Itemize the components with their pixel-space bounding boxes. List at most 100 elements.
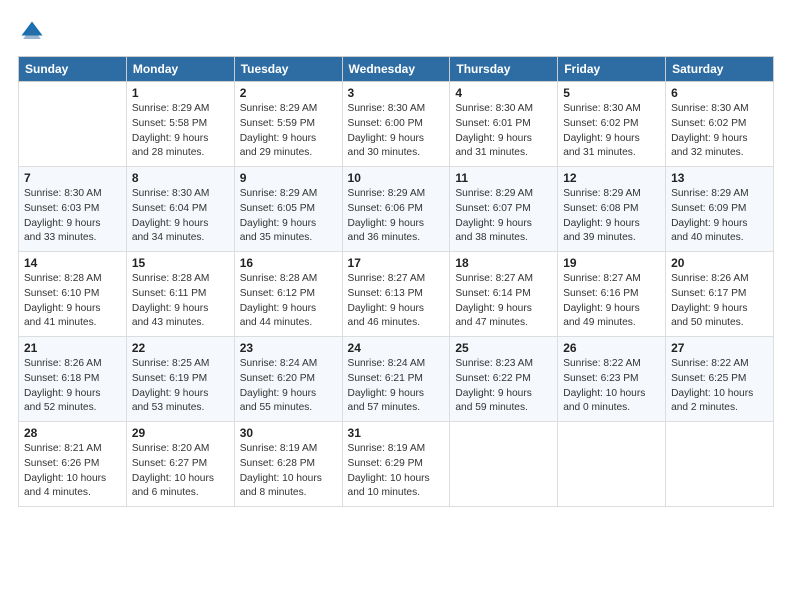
day-info: Sunrise: 8:26 AM Sunset: 6:17 PM Dayligh… — [671, 272, 768, 331]
calendar-cell: 2Sunrise: 8:29 AM Sunset: 5:59 PM Daylig… — [234, 82, 342, 167]
day-info: Sunrise: 8:29 AM Sunset: 6:05 PM Dayligh… — [240, 187, 337, 246]
day-info: Sunrise: 8:29 AM Sunset: 6:07 PM Dayligh… — [455, 187, 552, 246]
day-info: Sunrise: 8:27 AM Sunset: 6:14 PM Dayligh… — [455, 272, 552, 331]
day-number: 8 — [132, 171, 229, 185]
day-number: 26 — [563, 341, 660, 355]
weekday-header-cell: Friday — [558, 57, 666, 82]
calendar-body: 1 Sunrise: 8:29 AM Sunset: 5:58 PM Daylig… — [19, 82, 774, 507]
calendar-cell — [19, 82, 127, 167]
day-number: 18 — [455, 256, 552, 270]
day-number: 14 — [24, 256, 121, 270]
day-number: 3 — [348, 86, 445, 100]
calendar-cell: 3 Sunrise: 8:30 AM Sunset: 6:00 PM Daylig… — [342, 82, 450, 167]
day-info: Sunrise: 8:22 AM Sunset: 6:23 PM Dayligh… — [563, 357, 660, 416]
day-number: 29 — [132, 426, 229, 440]
calendar-cell — [450, 422, 558, 507]
day-info: Sunrise: 8:24 AM Sunset: 6:21 PM Dayligh… — [348, 357, 445, 416]
calendar-cell: 20 Sunrise: 8:26 AM Sunset: 6:17 PM Dayli… — [666, 252, 774, 337]
day-number: 24 — [348, 341, 445, 355]
day-number: 7 — [24, 171, 121, 185]
calendar-table: SundayMondayTuesdayWednesdayThursdayFrid… — [18, 56, 774, 507]
calendar-cell — [558, 422, 666, 507]
day-info: Sunrise: 8:26 AM Sunset: 6:18 PM Dayligh… — [24, 357, 121, 416]
calendar-cell: 28 Sunrise: 8:21 AM Sunset: 6:26 PM Dayli… — [19, 422, 127, 507]
day-number: 30 — [240, 426, 337, 440]
day-info: Sunrise: 8:29 AM Sunset: 5:59 PM Dayligh… — [240, 102, 337, 161]
day-info: Sunrise: 8:30 AM Sunset: 6:00 PM Dayligh… — [348, 102, 445, 161]
calendar-cell: 31 Sunrise: 8:19 AM Sunset: 6:29 PM Dayli… — [342, 422, 450, 507]
calendar-cell: 4Sunrise: 8:30 AM Sunset: 6:01 PM Daylig… — [450, 82, 558, 167]
day-number: 4 — [455, 86, 552, 100]
day-number: 28 — [24, 426, 121, 440]
weekday-header-cell: Saturday — [666, 57, 774, 82]
weekday-header-cell: Sunday — [19, 57, 127, 82]
calendar-cell: 5 Sunrise: 8:30 AM Sunset: 6:02 PM Daylig… — [558, 82, 666, 167]
calendar-cell: 29 Sunrise: 8:20 AM Sunset: 6:27 PM Dayli… — [126, 422, 234, 507]
calendar-cell: 17 Sunrise: 8:27 AM Sunset: 6:13 PM Dayli… — [342, 252, 450, 337]
logo — [18, 18, 50, 46]
day-number: 6 — [671, 86, 768, 100]
page: SundayMondayTuesdayWednesdayThursdayFrid… — [0, 0, 792, 612]
calendar-cell: 24 Sunrise: 8:24 AM Sunset: 6:21 PM Dayli… — [342, 337, 450, 422]
calendar-cell: 22Sunrise: 8:25 AM Sunset: 6:19 PM Dayli… — [126, 337, 234, 422]
calendar-cell: 13Sunrise: 8:29 AM Sunset: 6:09 PM Dayli… — [666, 167, 774, 252]
day-number: 9 — [240, 171, 337, 185]
day-info: Sunrise: 8:30 AM Sunset: 6:03 PM Dayligh… — [24, 187, 121, 246]
day-number: 23 — [240, 341, 337, 355]
day-info: Sunrise: 8:27 AM Sunset: 6:16 PM Dayligh… — [563, 272, 660, 331]
calendar-cell — [666, 422, 774, 507]
day-info: Sunrise: 8:29 AM Sunset: 6:06 PM Dayligh… — [348, 187, 445, 246]
header — [18, 18, 774, 46]
calendar-cell: 16Sunrise: 8:28 AM Sunset: 6:12 PM Dayli… — [234, 252, 342, 337]
calendar-cell: 14 Sunrise: 8:28 AM Sunset: 6:10 PM Dayli… — [19, 252, 127, 337]
day-info: Sunrise: 8:20 AM Sunset: 6:27 PM Dayligh… — [132, 442, 229, 501]
day-info: Sunrise: 8:24 AM Sunset: 6:20 PM Dayligh… — [240, 357, 337, 416]
weekday-header-cell: Thursday — [450, 57, 558, 82]
weekday-header-cell: Wednesday — [342, 57, 450, 82]
calendar-cell: 25 Sunrise: 8:23 AM Sunset: 6:22 PM Dayli… — [450, 337, 558, 422]
day-info: Sunrise: 8:30 AM Sunset: 6:04 PM Dayligh… — [132, 187, 229, 246]
day-info: Sunrise: 8:27 AM Sunset: 6:13 PM Dayligh… — [348, 272, 445, 331]
day-info: Sunrise: 8:29 AM Sunset: 5:58 PM Dayligh… — [132, 102, 229, 161]
calendar-cell: 15 Sunrise: 8:28 AM Sunset: 6:11 PM Dayli… — [126, 252, 234, 337]
day-number: 25 — [455, 341, 552, 355]
calendar-row: 21Sunrise: 8:26 AM Sunset: 6:18 PM Dayli… — [19, 337, 774, 422]
weekday-header: SundayMondayTuesdayWednesdayThursdayFrid… — [19, 57, 774, 82]
day-number: 15 — [132, 256, 229, 270]
day-info: Sunrise: 8:19 AM Sunset: 6:29 PM Dayligh… — [348, 442, 445, 501]
day-info: Sunrise: 8:25 AM Sunset: 6:19 PM Dayligh… — [132, 357, 229, 416]
weekday-header-cell: Tuesday — [234, 57, 342, 82]
calendar-cell: 27 Sunrise: 8:22 AM Sunset: 6:25 PM Dayli… — [666, 337, 774, 422]
day-number: 17 — [348, 256, 445, 270]
day-info: Sunrise: 8:30 AM Sunset: 6:02 PM Dayligh… — [563, 102, 660, 161]
day-number: 12 — [563, 171, 660, 185]
day-info: Sunrise: 8:29 AM Sunset: 6:08 PM Dayligh… — [563, 187, 660, 246]
calendar-cell: 6 Sunrise: 8:30 AM Sunset: 6:02 PM Daylig… — [666, 82, 774, 167]
calendar-row: 1 Sunrise: 8:29 AM Sunset: 5:58 PM Daylig… — [19, 82, 774, 167]
day-info: Sunrise: 8:28 AM Sunset: 6:11 PM Dayligh… — [132, 272, 229, 331]
day-info: Sunrise: 8:22 AM Sunset: 6:25 PM Dayligh… — [671, 357, 768, 416]
calendar-cell: 23 Sunrise: 8:24 AM Sunset: 6:20 PM Dayli… — [234, 337, 342, 422]
day-number: 13 — [671, 171, 768, 185]
day-info: Sunrise: 8:23 AM Sunset: 6:22 PM Dayligh… — [455, 357, 552, 416]
calendar-cell: 9 Sunrise: 8:29 AM Sunset: 6:05 PM Daylig… — [234, 167, 342, 252]
day-number: 10 — [348, 171, 445, 185]
calendar-row: 14 Sunrise: 8:28 AM Sunset: 6:10 PM Dayli… — [19, 252, 774, 337]
day-number: 31 — [348, 426, 445, 440]
calendar-cell: 11Sunrise: 8:29 AM Sunset: 6:07 PM Dayli… — [450, 167, 558, 252]
calendar-cell: 7 Sunrise: 8:30 AM Sunset: 6:03 PM Daylig… — [19, 167, 127, 252]
day-number: 20 — [671, 256, 768, 270]
day-info: Sunrise: 8:19 AM Sunset: 6:28 PM Dayligh… — [240, 442, 337, 501]
calendar-cell: 1 Sunrise: 8:29 AM Sunset: 5:58 PM Daylig… — [126, 82, 234, 167]
logo-icon — [18, 18, 46, 46]
day-info: Sunrise: 8:30 AM Sunset: 6:02 PM Dayligh… — [671, 102, 768, 161]
day-info: Sunrise: 8:28 AM Sunset: 6:12 PM Dayligh… — [240, 272, 337, 331]
day-number: 27 — [671, 341, 768, 355]
calendar-cell: 8 Sunrise: 8:30 AM Sunset: 6:04 PM Daylig… — [126, 167, 234, 252]
calendar-cell: 12 Sunrise: 8:29 AM Sunset: 6:08 PM Dayli… — [558, 167, 666, 252]
day-number: 5 — [563, 86, 660, 100]
calendar-cell: 21Sunrise: 8:26 AM Sunset: 6:18 PM Dayli… — [19, 337, 127, 422]
day-info: Sunrise: 8:28 AM Sunset: 6:10 PM Dayligh… — [24, 272, 121, 331]
day-number: 1 — [132, 86, 229, 100]
day-info: Sunrise: 8:21 AM Sunset: 6:26 PM Dayligh… — [24, 442, 121, 501]
